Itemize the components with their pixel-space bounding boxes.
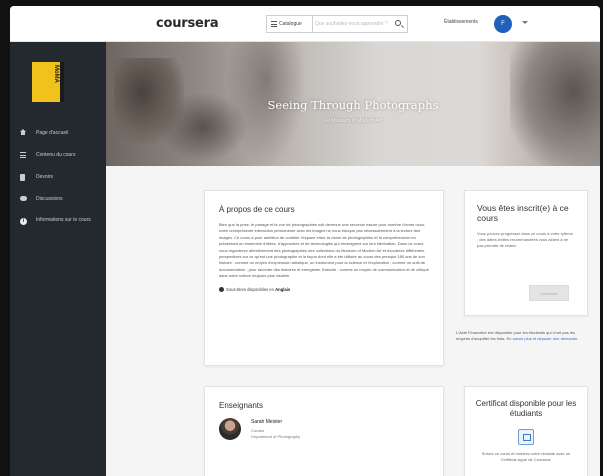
sidebar-item-discussions[interactable]: Discussions <box>10 188 106 210</box>
instructors-card: Enseignants Sarah Meister Curator Depart… <box>204 386 444 476</box>
enrollment-card: Vous êtes inscrit(e) à ce cours Vous pou… <box>464 190 588 316</box>
subtitles-language: Anglais <box>275 286 291 292</box>
certificate-text: Suivez ce cours et montrez votre réussit… <box>481 451 571 462</box>
home-icon <box>20 129 26 135</box>
financial-aid-note: L'Aide Financière est disponible pour le… <box>456 330 590 342</box>
subtitles-info: Sous-titres disponibles en Anglais <box>219 286 429 292</box>
organizations-link[interactable]: Établissements <box>444 19 478 25</box>
top-navigation-bar: coursera Catalogue Établissements F <box>10 6 600 42</box>
search-bar: Catalogue <box>266 15 408 33</box>
sidebar-item-label: Contenu du cours <box>36 152 76 158</box>
grades-icon <box>20 174 25 181</box>
sidebar-item-grades[interactable]: Devoirs <box>10 166 106 188</box>
instructor-department: Department of Photography <box>251 434 301 439</box>
course-title: Seeing Through Photographs <box>267 98 439 112</box>
coursera-logo[interactable]: coursera <box>156 16 219 31</box>
course-partner[interactable]: Le Museum of Modern Art <box>106 118 600 124</box>
chat-icon <box>20 196 27 201</box>
course-banner: Seeing Through Photographs Le Museum of … <box>106 42 600 166</box>
search-input[interactable] <box>315 17 391 31</box>
info-icon: i <box>20 218 27 225</box>
instructors-heading: Enseignants <box>219 401 264 410</box>
about-heading: À propos de ce cours <box>219 205 295 214</box>
enrollment-heading: Vous êtes inscrit(e) à ce cours <box>477 203 569 223</box>
financial-aid-link[interactable]: En savoir plus et déposer une demande. <box>507 336 579 341</box>
sidebar-item-label: Informations sur le cours <box>36 217 91 223</box>
instructor-avatar <box>219 418 241 440</box>
subtitles-prefix: Sous-titres disponibles en <box>226 286 274 292</box>
sidebar-item-home[interactable]: Page d'accueil <box>10 122 106 144</box>
course-logo-text: MoMA <box>53 65 59 83</box>
instructor-name[interactable]: Sarah Meister <box>251 419 282 425</box>
catalog-button[interactable]: Catalogue <box>267 16 313 32</box>
sidebar-item-label: Discussions <box>36 196 63 202</box>
user-avatar[interactable]: F <box>494 15 512 33</box>
sidebar-item-label: Devoirs <box>36 174 53 180</box>
about-description: Bien que la prise, le partage et la vue … <box>219 222 429 279</box>
subtitles-icon <box>219 286 224 292</box>
certificate-card: Certificat disponible pour les étudiants… <box>464 386 588 476</box>
continue-button[interactable]: Continuer <box>529 285 569 301</box>
certificate-icon <box>518 429 534 445</box>
list-icon <box>20 152 26 158</box>
sidebar-item-course-content[interactable]: Contenu du cours <box>10 144 106 166</box>
enrollment-text: Vous pouvez progresser dans ce cours à v… <box>477 231 573 248</box>
instructor-role: Curator <box>251 428 265 433</box>
instructor-item[interactable]: Sarah Meister Curator Department of Phot… <box>219 418 429 452</box>
sidebar-item-course-info[interactable]: i Informations sur le cours <box>10 210 106 236</box>
course-logo[interactable]: MoMA <box>32 62 64 102</box>
search-icon[interactable] <box>395 20 401 26</box>
menu-icon <box>271 21 277 27</box>
sidebar-item-label: Page d'accueil <box>36 130 69 136</box>
chevron-down-icon[interactable] <box>522 21 528 24</box>
app-window: coursera Catalogue Établissements F MoMA… <box>10 6 600 476</box>
certificate-heading: Certificat disponible pour les étudiants <box>475 399 577 418</box>
catalog-label: Catalogue <box>279 21 302 27</box>
sidebar-nav: Page d'accueil Contenu du cours Devoirs … <box>10 122 106 236</box>
course-sidebar: MoMA Page d'accueil Contenu du cours Dev… <box>10 42 106 476</box>
about-course-card: À propos de ce cours Bien que la prise, … <box>204 190 444 366</box>
